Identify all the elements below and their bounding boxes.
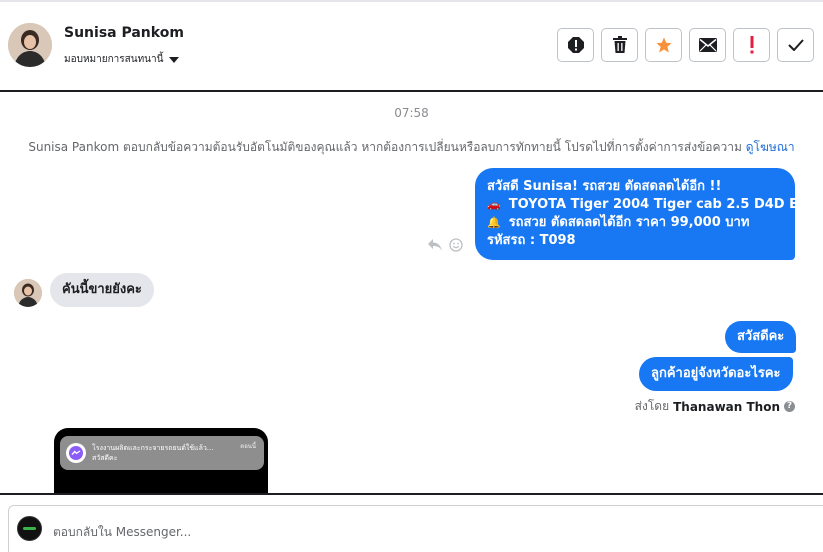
notice-text: Sunisa Pankom ตอบกลับข้อความต้อนรับอัตโน…	[28, 140, 742, 154]
incoming-message[interactable]: คันนี้ขายยังคะ	[50, 273, 154, 307]
report-spam-icon	[567, 37, 584, 53]
reply-composer: ตอบกลับใน Messenger...	[0, 493, 823, 552]
ad-line-4: รหัสรถ : T098	[487, 233, 576, 248]
notification-preview: โรงงานผลิตและกระจายรถยนต์ใช้แล้ว... สวัส…	[60, 436, 264, 470]
follow-up-button[interactable]	[733, 28, 770, 62]
page-avatar	[17, 516, 42, 541]
contact-avatar[interactable]	[8, 23, 52, 67]
outgoing-message[interactable]: ลูกค้าอยู่จังหวัดอะไรคะ	[639, 357, 793, 391]
report-spam-button[interactable]	[557, 28, 594, 62]
outgoing-message[interactable]: สวัสดีคะ	[725, 321, 797, 353]
header-divider	[0, 0, 823, 2]
message-thread[interactable]: 07:58 Sunisa Pankom ตอบกลับข้อความต้อนรั…	[0, 92, 823, 493]
react-icon[interactable]	[449, 238, 463, 252]
sent-by-label: ส่งโดย	[634, 399, 670, 413]
exclamation-icon	[750, 36, 753, 54]
caret-down-icon	[169, 56, 180, 63]
auto-reply-notice: Sunisa Pankom ตอบกลับข้อความต้อนรับอัตโน…	[0, 138, 823, 157]
bell-icon: 🔔	[487, 216, 501, 229]
help-icon[interactable]: ?	[784, 401, 795, 412]
assign-label: มอบหมายการสนทนานี้	[64, 54, 164, 65]
view-ad-link[interactable]: ดูโฆษณา	[746, 140, 795, 154]
sender-avatar	[14, 279, 42, 307]
star-icon	[656, 37, 671, 53]
outgoing-ad-message[interactable]: สวัสดี Sunisa! รถสวย ตัดสดลดได้อีก !! 🚗 T…	[475, 168, 823, 260]
message-timestamp: 07:58	[394, 106, 429, 120]
notification-time: ตอนนี้	[240, 443, 256, 450]
reply-placeholder: ตอบกลับใน Messenger...	[53, 525, 192, 539]
envelope-icon	[698, 38, 717, 52]
trash-icon	[612, 36, 627, 53]
reply-icon[interactable]	[427, 238, 443, 252]
delete-button[interactable]	[601, 28, 638, 62]
mark-unread-button[interactable]	[689, 28, 726, 62]
ad-line-2: 🚗 TOYOTA Tiger 2004 Tiger cab 2.5 D4D E M…	[487, 197, 823, 212]
contact-name[interactable]: Sunisa Pankom	[64, 25, 184, 41]
notification-text: โรงงานผลิตและกระจายรถยนต์ใช้แล้ว... สวัส…	[92, 444, 214, 462]
assign-conversation-dropdown[interactable]: มอบหมายการสนทนานี้	[64, 52, 180, 67]
reply-input[interactable]: ตอบกลับใน Messenger...	[8, 505, 823, 552]
sent-by-name: Thanawan Thon	[673, 399, 780, 414]
star-button[interactable]	[645, 28, 682, 62]
sent-by-info: ส่งโดย Thanawan Thon ?	[635, 397, 795, 416]
message-hover-actions	[427, 238, 463, 252]
conversation-header: Sunisa Pankom มอบหมายการสนทนานี้	[0, 0, 823, 92]
image-attachment[interactable]: โรงงานผลิตและกระจายรถยนต์ใช้แล้ว... สวัส…	[54, 428, 268, 493]
conversation-actions	[557, 28, 814, 62]
ad-line-1: สวัสดี Sunisa! รถสวย ตัดสดลดได้อีก !!	[487, 179, 722, 194]
car-icon: 🚗	[487, 198, 501, 211]
ad-line-3: 🔔 รถสวย ตัดสดลดได้อีก ราคา 99,000 บาท	[487, 215, 750, 230]
messenger-icon	[66, 443, 86, 463]
checkmark-icon	[787, 39, 804, 51]
mark-done-button[interactable]	[777, 28, 814, 62]
